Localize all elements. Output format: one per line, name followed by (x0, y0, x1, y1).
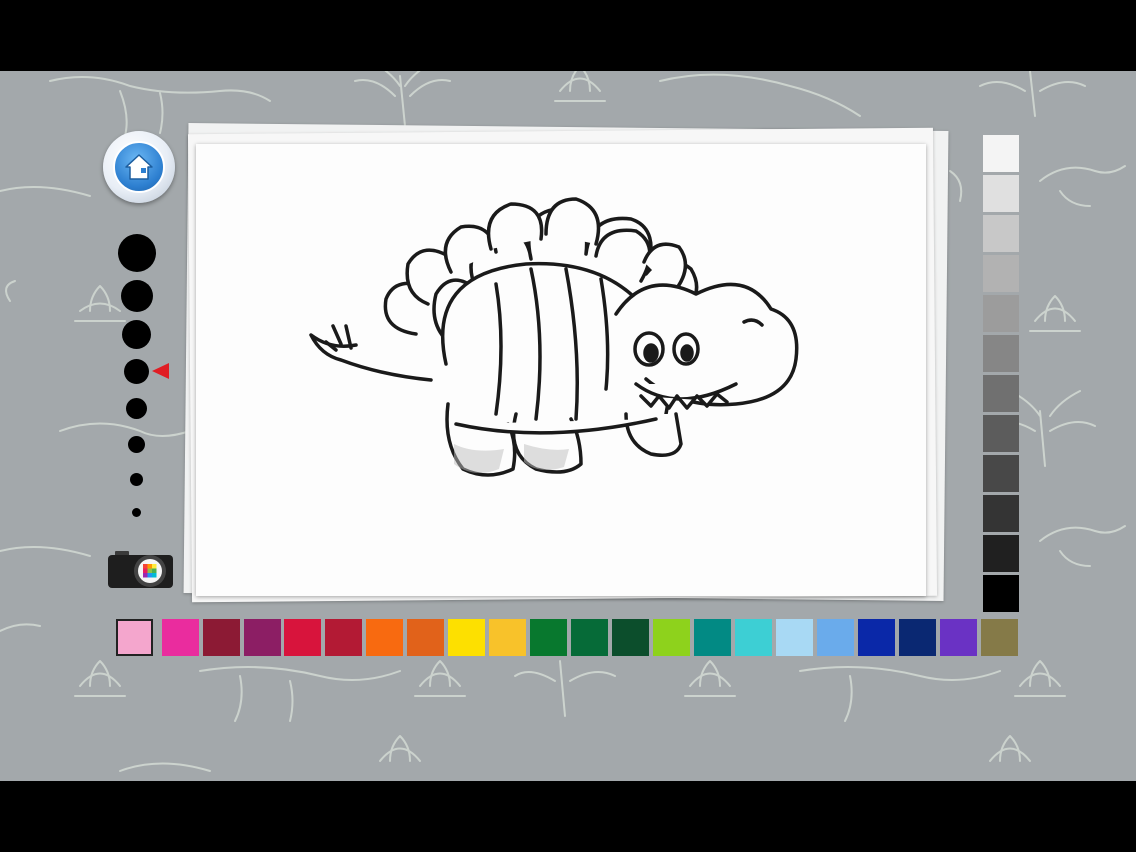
selected-brush-pointer-icon (152, 363, 169, 379)
color-swatch-purple[interactable] (940, 619, 977, 656)
gray-swatch-8[interactable] (983, 415, 1019, 452)
color-swatch-yellow[interactable] (448, 619, 485, 656)
gray-swatch-7[interactable] (983, 375, 1019, 412)
brush-size-medium-selected[interactable] (124, 359, 149, 384)
gray-swatch-9[interactable] (983, 455, 1019, 492)
color-swatch-navy[interactable] (899, 619, 936, 656)
color-swatch-magenta[interactable] (162, 619, 199, 656)
color-swatch-dark-orange[interactable] (407, 619, 444, 656)
brush-size-extra-small[interactable] (130, 473, 143, 486)
brush-size-tiny[interactable] (132, 508, 141, 517)
app-stage (0, 71, 1136, 781)
brush-size-large[interactable] (121, 280, 153, 312)
color-swatch-maroon[interactable] (203, 619, 240, 656)
gray-swatch-1[interactable] (983, 135, 1019, 172)
color-swatch-crimson[interactable] (284, 619, 321, 656)
color-swatch-gold[interactable] (489, 619, 526, 656)
drawing-canvas[interactable] (196, 144, 926, 596)
gray-swatch-4[interactable] (983, 255, 1019, 292)
gray-swatch-5[interactable] (983, 295, 1019, 332)
color-swatch-green[interactable] (530, 619, 567, 656)
brush-size-xl[interactable] (118, 234, 156, 272)
gray-swatch-black[interactable] (983, 575, 1019, 612)
color-swatch-orange[interactable] (366, 619, 403, 656)
gray-swatch-10[interactable] (983, 495, 1019, 532)
color-swatch-plum[interactable] (244, 619, 281, 656)
color-swatch-blue[interactable] (858, 619, 895, 656)
color-swatch-turquoise[interactable] (735, 619, 772, 656)
color-swatch-pink[interactable] (116, 619, 153, 656)
color-swatch-light-blue[interactable] (776, 619, 813, 656)
color-swatch-lime[interactable] (653, 619, 690, 656)
brush-size-small[interactable] (128, 436, 145, 453)
home-button[interactable] (103, 131, 175, 203)
color-swatch-dark-green[interactable] (612, 619, 649, 656)
gray-swatch-2[interactable] (983, 175, 1019, 212)
gray-swatch-6[interactable] (983, 335, 1019, 372)
color-swatch-dark-red[interactable] (325, 619, 362, 656)
color-swatch-forest-green[interactable] (571, 619, 608, 656)
brush-size-medium-large[interactable] (122, 320, 151, 349)
color-swatch-olive[interactable] (981, 619, 1018, 656)
camera-icon[interactable] (107, 549, 174, 589)
brush-size-medium-small[interactable] (126, 398, 147, 419)
stegosaurus-drawing (309, 197, 799, 477)
gray-swatch-11[interactable] (983, 535, 1019, 572)
home-icon (113, 141, 165, 193)
gray-swatch-3[interactable] (983, 215, 1019, 252)
color-swatch-teal[interactable] (694, 619, 731, 656)
color-swatch-sky-blue[interactable] (817, 619, 854, 656)
letterbox-top (0, 0, 1136, 71)
letterbox-bottom (0, 781, 1136, 852)
